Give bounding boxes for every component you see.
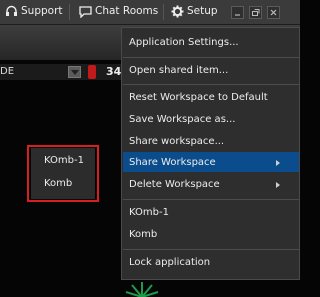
dropdown-value: DE: [0, 66, 15, 77]
submenu-item-komb[interactable]: Komb: [44, 178, 72, 189]
value-display: 34: [106, 65, 122, 78]
submenu-arrow-icon: [276, 182, 280, 188]
setup-menu: Application Settings... Open shared item…: [121, 27, 300, 280]
support-label: Support: [21, 5, 63, 17]
dropdown-toggle[interactable]: [68, 66, 81, 78]
menu-item-reset-workspace[interactable]: Reset Workspace to Default: [129, 92, 268, 103]
menu-item-lock-application[interactable]: Lock application: [129, 257, 210, 268]
menu-item-komb-1[interactable]: KOmb-1: [129, 207, 169, 218]
gear-icon: [171, 5, 184, 18]
close-icon: [270, 9, 277, 16]
submenu-arrow-icon: [276, 160, 280, 166]
menu-divider: [123, 57, 299, 58]
menu-item-share-workspace-dialog[interactable]: Share workspace...: [129, 136, 224, 147]
menu-item-share-workspace[interactable]: Share Workspace: [129, 157, 216, 168]
menu-item-application-settings[interactable]: Application Settings...: [129, 37, 239, 48]
menu-item-komb[interactable]: Komb: [129, 229, 157, 240]
chat-bubble-icon: [79, 6, 92, 18]
close-button[interactable]: [267, 6, 280, 19]
headset-icon: [6, 5, 17, 16]
chat-rooms-label: Chat Rooms: [95, 5, 159, 17]
status-indicator: [88, 65, 96, 79]
minimize-button[interactable]: [231, 6, 244, 19]
menu-divider: [123, 199, 299, 200]
starburst-icon: [125, 282, 159, 297]
setup-label: Setup: [187, 5, 218, 17]
menu-item-save-workspace-as[interactable]: Save Workspace as...: [129, 114, 235, 125]
menu-divider: [123, 84, 299, 85]
minimize-icon: [235, 14, 240, 16]
restore-icon: [252, 9, 260, 16]
top-toolbar: Support Chat Rooms Setup: [0, 0, 300, 25]
toolbar-divider: [69, 4, 70, 20]
chevron-down-icon: [71, 70, 79, 75]
menu-item-open-shared-item[interactable]: Open shared item...: [129, 65, 228, 76]
menu-divider: [123, 249, 299, 250]
submenu-item-komb-1[interactable]: KOmb-1: [44, 155, 84, 166]
toolbar-divider: [163, 4, 164, 20]
workspace-submenu: KOmb-1 Komb: [31, 148, 95, 199]
restore-button[interactable]: [249, 6, 262, 19]
menu-item-delete-workspace[interactable]: Delete Workspace: [129, 179, 220, 190]
